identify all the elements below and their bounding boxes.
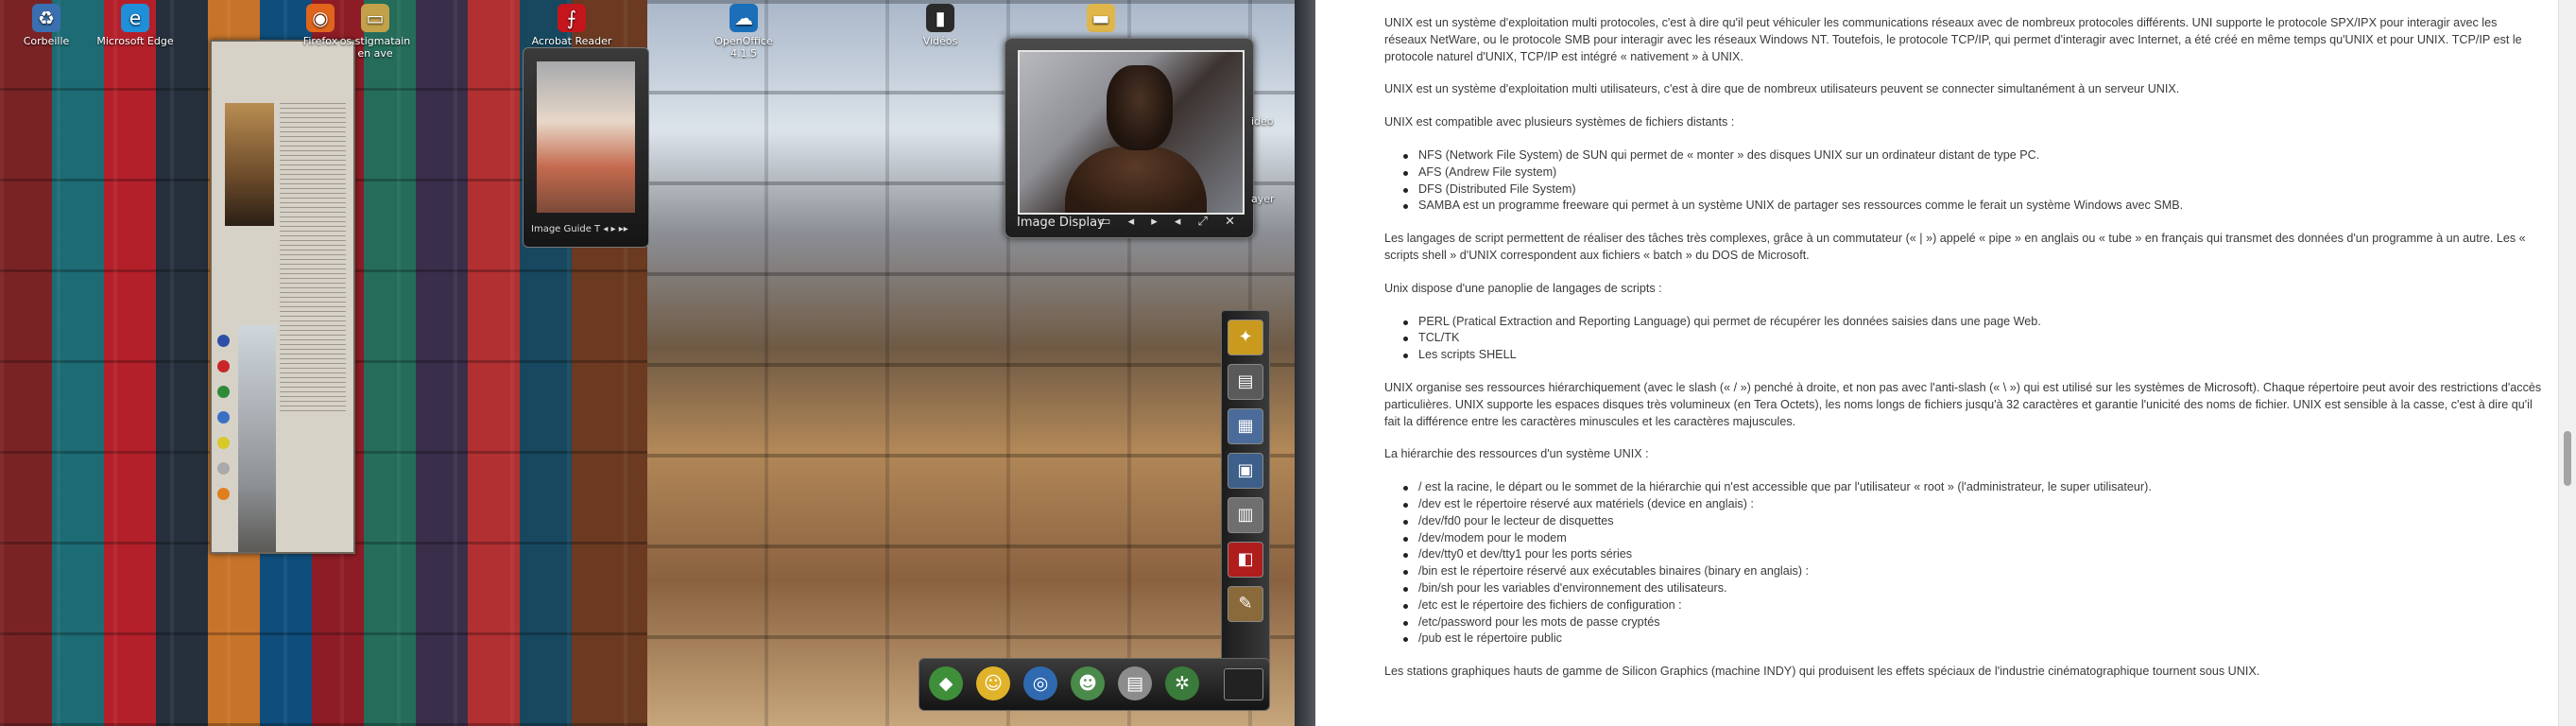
desktop-icon-label: Vidéos: [922, 35, 958, 47]
portrait-image: [225, 103, 274, 226]
red-book-icon[interactable]: ◧: [1228, 542, 1263, 578]
gadget-caption: Image Guide T ◂ ▸ ▸▸: [531, 224, 628, 234]
photo-editor-icon[interactable]: ✎: [1228, 586, 1263, 622]
list-item: /dev est le répertoire réservé aux matér…: [1403, 496, 2542, 513]
image-display-controls[interactable]: ▭ ◂ ▸ ◂ ⤢ ✕: [1099, 215, 1242, 229]
videos-folder-icon: ▮: [926, 4, 954, 32]
desktop-icon-label: OpenOffice 4.1.5: [714, 35, 773, 60]
desktop-icon[interactable]: ☁ OpenOffice 4.1.5: [701, 4, 786, 60]
edge-browser-icon: e: [121, 4, 149, 32]
tower-image: [238, 325, 276, 552]
desktop-icon[interactable]: ▬: [1058, 4, 1143, 35]
color-dots: [217, 335, 231, 513]
list-item: /etc/password pour les mots de passe cry…: [1403, 614, 2542, 631]
desktop-area: ♻ Corbeille e Microsoft Edge ◉ Firefox ▭ os.sti…: [0, 0, 1295, 726]
scrollbar-thumb[interactable]: [2564, 431, 2571, 486]
document-paragraph: UNIX organise ses ressources hiérarchiqu…: [1384, 380, 2542, 428]
desktop-icon-label: Corbeille: [23, 35, 70, 47]
folder-icon: ▬: [1087, 4, 1115, 32]
documents-icon[interactable]: ▤: [1118, 666, 1152, 700]
bottom-launcher-dock: ◆ ☺ ◎ ☻ ▤ ✲: [919, 658, 1270, 711]
document-content: UNIX est un système d'exploitation multi…: [1384, 15, 2542, 697]
toolbox-icon[interactable]: ▤: [1228, 364, 1263, 400]
list-item: PERL (Pratical Extraction and Reporting …: [1403, 314, 2542, 331]
document-paragraph: La hiérarchie des ressources d'un systèm…: [1384, 447, 1649, 461]
acrobat-reader-icon: ⨍: [558, 4, 586, 32]
image-display-title: Image Display: [1017, 216, 1105, 230]
recycle-bin-icon: ♻: [32, 4, 60, 32]
document-bullet-list: NFS (Network File System) de SUN qui per…: [1384, 147, 2542, 215]
image-display-gadget[interactable]: Image Display ▭ ◂ ▸ ◂ ⤢ ✕: [1005, 38, 1254, 238]
desktop-icon-label: Microsoft Edge: [96, 35, 174, 47]
document-paragraph: UNIX est un système d'exploitation multi…: [1384, 82, 2180, 96]
smiley-mascot-icon[interactable]: ☺: [976, 666, 1010, 700]
list-item: / est la racine, le départ ou le sommet …: [1403, 479, 2542, 496]
list-item: /dev/tty0 et dev/tty1 pour les ports sér…: [1403, 546, 2542, 563]
photo-subject-face: [1107, 65, 1173, 150]
calendar-photos-icon[interactable]: ▥: [1228, 497, 1263, 533]
list-item: /etc est le répertoire des fichiers de c…: [1403, 597, 2542, 614]
document-paragraph: Les stations graphiques hauts de gamme d…: [1384, 665, 2260, 679]
document-paragraph: UNIX est un système d'exploitation multi…: [1384, 16, 2522, 63]
side-label-player: ayer: [1251, 193, 1275, 205]
image-display-photo: [1018, 50, 1245, 215]
list-item: /dev/modem pour le modem: [1403, 530, 2542, 547]
desktop-icon-label: os.stigmatain en ave: [339, 35, 411, 60]
desktop-icon[interactable]: ▮ Vidéos: [898, 4, 983, 47]
folder-icon: ▭: [361, 4, 389, 32]
image-viewer-icon[interactable]: ▣: [1228, 453, 1263, 489]
document-paragraph: Les langages de script permettent de réa…: [1384, 232, 2526, 262]
window-edge: [1295, 0, 1315, 726]
document-paragraph: UNIX est compatible avec plusieurs systè…: [1384, 115, 1735, 130]
document-bullet-list: / est la racine, le départ ou le sommet …: [1384, 479, 2542, 648]
green-chart-icon[interactable]: ◆: [929, 666, 963, 700]
document-thumbnail-window[interactable]: [210, 40, 355, 554]
document-paragraph: Unix dispose d'une panoplie de langages …: [1384, 281, 1662, 295]
document-bullet-list: PERL (Pratical Extraction and Reporting …: [1384, 314, 2542, 364]
list-item: /pub est le répertoire public: [1403, 631, 2542, 648]
list-item: Les scripts SHELL: [1403, 347, 2542, 364]
openoffice-icon: ☁: [730, 4, 758, 32]
desktop-icon[interactable]: ♻ Corbeille: [4, 4, 89, 47]
document-pane: UNIX est un système d'exploitation multi…: [1295, 0, 2576, 726]
list-item: /dev/fd0 pour le lecteur de disquettes: [1403, 513, 2542, 530]
desktop-icon[interactable]: ▭ os.stigmatain en ave: [333, 4, 418, 60]
list-item: NFS (Network File System) de SUN qui per…: [1403, 147, 2542, 164]
list-item: /bin/sh pour les variables d'environneme…: [1403, 580, 2542, 597]
list-item: TCL/TK: [1403, 330, 2542, 347]
photo-subject-torso: [1065, 147, 1207, 213]
vertical-launcher-dock: ✦ ▤ ▦ ▣ ▥ ◧ ✎: [1221, 310, 1270, 667]
vertical-scrollbar[interactable]: [2558, 0, 2576, 726]
globe-network-icon[interactable]: ◎: [1023, 666, 1057, 700]
people-icon[interactable]: ☻: [1071, 666, 1105, 700]
image-guide-gadget[interactable]: Image Guide T ◂ ▸ ▸▸: [523, 47, 649, 248]
list-item: AFS (Andrew File system): [1403, 164, 2542, 182]
firefox-icon: ◉: [306, 4, 335, 32]
creative-park-icon[interactable]: ✦: [1228, 320, 1263, 355]
side-label-videos: ideo: [1251, 115, 1274, 128]
settings-icon[interactable]: ✲: [1165, 666, 1199, 700]
photo-album-icon[interactable]: ▦: [1228, 408, 1263, 444]
list-item: SAMBA est un programme freeware qui perm…: [1403, 198, 2542, 215]
list-item: DFS (Distributed File System): [1403, 182, 2542, 199]
desktop-icon[interactable]: e Microsoft Edge: [93, 4, 178, 47]
list-item: /bin est le répertoire réservé aux exécu…: [1403, 563, 2542, 580]
text-lines-image: [280, 103, 346, 415]
gadget-photo: [537, 61, 635, 213]
keyboard-icon[interactable]: [1224, 668, 1263, 700]
